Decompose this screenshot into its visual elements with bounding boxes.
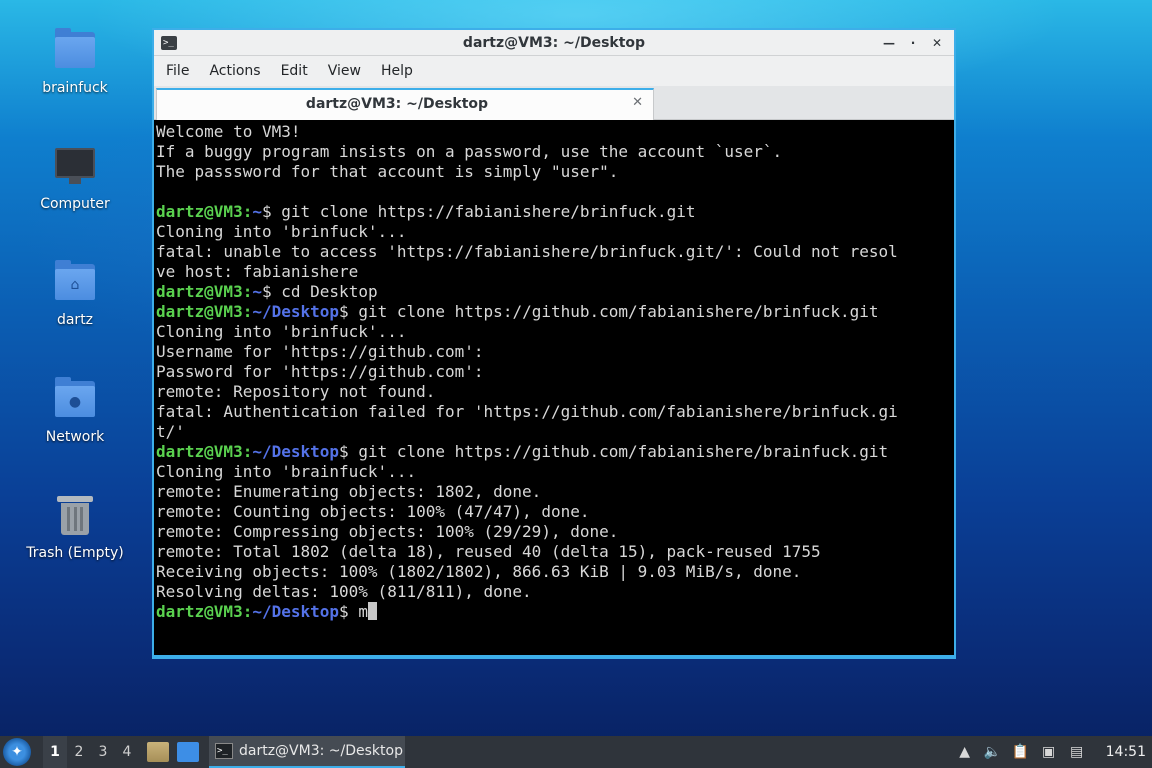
terminal-icon: >_ [161, 35, 177, 50]
network-icon[interactable]: ▣ [1040, 743, 1058, 761]
desktop-icon-label: brainfuck [42, 80, 108, 96]
terminal-line: Resolving deltas: 100% (811/811), done. [156, 582, 532, 601]
command-text: m [348, 602, 368, 621]
workspace-4[interactable]: 4 [115, 736, 139, 768]
tab-bar: dartz@VM3: ~/Desktop ✕ [154, 86, 954, 120]
terminal-line: dartz@VM3:~/Desktop$ git clone https://g… [156, 442, 889, 461]
taskbar-task-label: dartz@VM3: ~/Desktop [239, 743, 403, 759]
terminal-line: remote: Repository not found. [156, 382, 436, 401]
trash-icon [51, 491, 99, 539]
volume-icon[interactable]: 🔈 [984, 743, 1002, 761]
terminal-line: Cloning into 'brainfuck'... [156, 462, 417, 481]
desktop-icon-label: Trash (Empty) [26, 545, 124, 561]
terminal-line: If a buggy program insists on a password… [156, 142, 783, 161]
clock[interactable]: 14:51 [1106, 744, 1146, 760]
file-manager-icon[interactable] [147, 742, 169, 762]
workspace-2[interactable]: 2 [67, 736, 91, 768]
prompt-path: ~ [252, 202, 262, 221]
maximize-button[interactable]: · [904, 34, 922, 52]
command-text: git clone https://fabianishere/brinfuck.… [271, 202, 696, 221]
application-menu-icon[interactable]: ✦ [3, 738, 31, 766]
terminal-line: Password for 'https://github.com': [156, 362, 484, 381]
terminal-line: The passsword for that account is simply… [156, 162, 619, 181]
prompt-path: ~/Desktop [252, 602, 340, 621]
tray-arrow-up-icon[interactable]: ▲ [956, 743, 974, 761]
desktop-icon-brainfuck[interactable]: brainfuck [20, 20, 130, 116]
desktop-icon-label: dartz [56, 312, 94, 328]
prompt-user: dartz@VM3 [156, 202, 243, 221]
terminal-line: remote: Counting objects: 100% (47/47), … [156, 502, 590, 521]
clipboard-icon[interactable]: 📋 [1012, 743, 1030, 761]
desktop-icon-trash[interactable]: Trash (Empty) [20, 485, 130, 581]
tab-label: dartz@VM3: ~/Desktop [305, 96, 489, 112]
terminal-icon: >_ [215, 743, 233, 759]
window-title: dartz@VM3: ~/Desktop [462, 34, 646, 51]
window-titlebar[interactable]: >_ dartz@VM3: ~/Desktop — · ✕ [154, 30, 954, 56]
taskbar: ✦ 1 2 3 4 >_ dartz@VM3: ~/Desktop ▲ 🔈 📋 … [0, 736, 1152, 768]
command-text: git clone https://github.com/fabianisher… [348, 442, 889, 461]
desktop-icon-network[interactable]: ● Network [20, 369, 130, 465]
close-button[interactable]: ✕ [928, 34, 946, 52]
taskbar-task-terminal[interactable]: >_ dartz@VM3: ~/Desktop [209, 736, 405, 768]
prompt-path: ~/Desktop [252, 302, 340, 321]
terminal-output[interactable]: Welcome to VM3! If a buggy program insist… [154, 120, 954, 655]
network-folder-icon: ● [51, 375, 99, 423]
desktop-icon-label: Computer [40, 196, 110, 212]
terminal-line: dartz@VM3:~$ git clone https://fabianish… [156, 202, 696, 221]
menu-help[interactable]: Help [371, 56, 423, 86]
terminal-line: Welcome to VM3! [156, 122, 301, 141]
prompt-path: ~/Desktop [252, 442, 340, 461]
terminal-line: t/' [156, 422, 185, 441]
desktop-icon-dartz[interactable]: ⌂ dartz [20, 252, 130, 348]
command-text: git clone https://github.com/fabianisher… [348, 302, 879, 321]
folder-icon [51, 26, 99, 74]
desktop-icon-computer[interactable]: Computer [20, 136, 130, 232]
terminal-line: Username for 'https://github.com': [156, 342, 484, 361]
minimize-button[interactable]: — [880, 34, 898, 52]
prompt-user: dartz@VM3 [156, 302, 243, 321]
terminal-window: >_ dartz@VM3: ~/Desktop — · ✕ File Actio… [152, 28, 956, 659]
menu-actions[interactable]: Actions [199, 56, 270, 86]
terminal-line: Receiving objects: 100% (1802/1802), 866… [156, 562, 802, 581]
notes-icon[interactable]: ▤ [1068, 743, 1086, 761]
desktop-icon-label: Network [45, 429, 105, 445]
terminal-line: remote: Enumerating objects: 1802, done. [156, 482, 542, 501]
terminal-line: remote: Compressing objects: 100% (29/29… [156, 522, 619, 541]
prompt-user: dartz@VM3 [156, 282, 243, 301]
home-folder-icon: ⌂ [51, 258, 99, 306]
prompt-user: dartz@VM3 [156, 602, 243, 621]
terminal-line: fatal: unable to access 'https://fabiani… [156, 242, 898, 261]
system-tray: ▲ 🔈 📋 ▣ ▤ 14:51 [956, 743, 1146, 761]
workspace-3[interactable]: 3 [91, 736, 115, 768]
tab-terminal[interactable]: dartz@VM3: ~/Desktop ✕ [156, 88, 654, 120]
command-text: cd Desktop [271, 282, 378, 301]
terminal-line: Cloning into 'brinfuck'... [156, 222, 407, 241]
terminal-line: remote: Total 1802 (delta 18), reused 40… [156, 542, 821, 561]
menu-edit[interactable]: Edit [271, 56, 318, 86]
menu-view[interactable]: View [318, 56, 371, 86]
show-desktop-icon[interactable] [177, 742, 199, 762]
terminal-line: dartz@VM3:~$ cd Desktop [156, 282, 378, 301]
terminal-line: dartz@VM3:~/Desktop$ m [156, 602, 952, 622]
prompt-path: ~ [252, 282, 262, 301]
prompt-user: dartz@VM3 [156, 442, 243, 461]
computer-icon [51, 142, 99, 190]
terminal-line: dartz@VM3:~/Desktop$ git clone https://g… [156, 302, 879, 321]
tab-close-icon[interactable]: ✕ [632, 95, 643, 110]
terminal-line: fatal: Authentication failed for 'https:… [156, 402, 898, 421]
menu-file[interactable]: File [156, 56, 199, 86]
terminal-line: ve host: fabianishere [156, 262, 359, 281]
text-cursor [367, 602, 377, 620]
terminal-line: Cloning into 'brinfuck'... [156, 322, 407, 341]
workspace-1[interactable]: 1 [43, 736, 67, 768]
menubar: File Actions Edit View Help [154, 56, 954, 86]
